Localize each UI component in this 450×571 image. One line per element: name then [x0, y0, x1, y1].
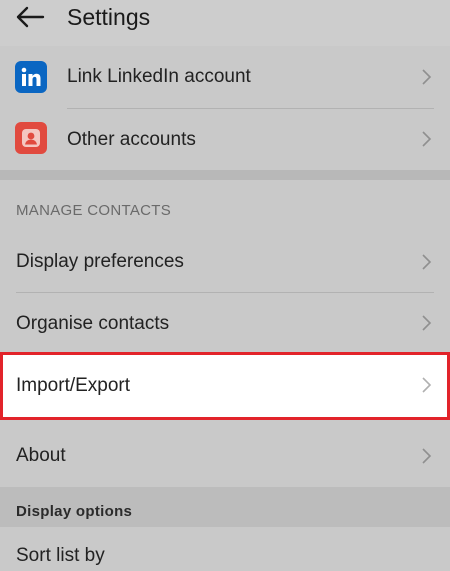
chevron-right-icon	[422, 69, 432, 85]
organise-contacts-row[interactable]: Organise contacts	[0, 293, 450, 352]
chevron-right-icon	[422, 448, 432, 464]
organise-contacts-label: Organise contacts	[16, 313, 170, 334]
link-linkedin-label: Link LinkedIn account	[67, 66, 251, 87]
import-export-row[interactable]: Import/Export	[0, 352, 450, 420]
sort-list-by-label: Sort list by	[16, 545, 105, 566]
chevron-right-icon	[422, 131, 432, 147]
about-label: About	[16, 445, 66, 466]
account-icon	[15, 122, 47, 154]
other-accounts-label: Other accounts	[67, 129, 196, 150]
chevron-right-icon	[422, 315, 432, 331]
display-preferences-row[interactable]: Display preferences	[0, 231, 450, 292]
display-preferences-label: Display preferences	[16, 251, 184, 272]
import-export-label: Import/Export	[16, 375, 131, 396]
back-arrow-icon[interactable]	[14, 5, 46, 29]
section-header-display-options: Display options	[16, 503, 133, 520]
sort-list-by-row[interactable]: Sort list by	[0, 527, 450, 571]
other-accounts-row[interactable]: Other accounts	[0, 109, 450, 170]
app-bar: Settings	[0, 0, 450, 46]
linkedin-icon	[15, 61, 47, 93]
link-linkedin-row[interactable]: Link LinkedIn account	[0, 46, 450, 108]
section-separator	[0, 170, 450, 180]
chevron-right-icon	[422, 254, 432, 270]
about-row[interactable]: About	[0, 426, 450, 486]
section-header-manage-contacts: MANAGE CONTACTS	[16, 202, 172, 219]
page-title: Settings	[67, 4, 151, 30]
chevron-right-icon	[422, 377, 432, 393]
